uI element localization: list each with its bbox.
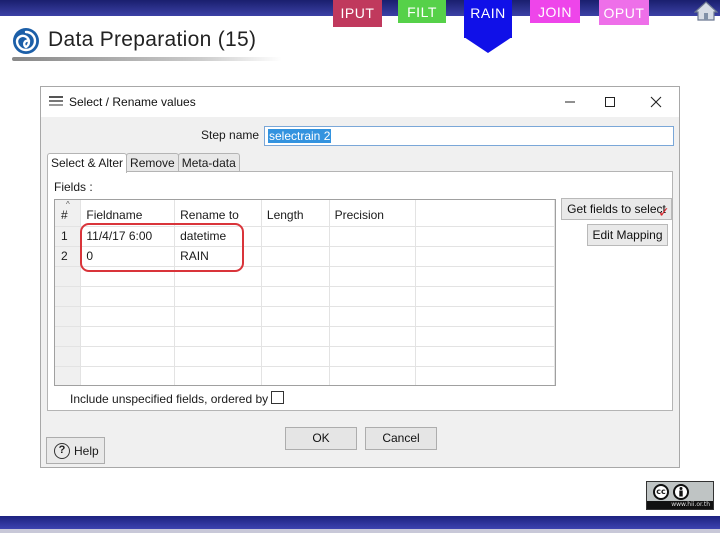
- column-header-empty: [415, 200, 555, 227]
- maximize-button[interactable]: [587, 87, 633, 117]
- checkmark-annotation-icon: ✓: [658, 205, 670, 221]
- license-url: www.hii.or.th: [647, 501, 713, 509]
- fields-table[interactable]: ^ # Fieldname Rename to Length Precision…: [54, 199, 556, 386]
- maximize-icon: [605, 97, 615, 107]
- empty-cell: [415, 246, 555, 267]
- step-name-label: Step name: [201, 128, 260, 142]
- cc-icon: cc: [653, 483, 669, 500]
- table-row[interactable]: 2 0 RAIN: [55, 246, 555, 267]
- nav-tab-iput[interactable]: IPUT: [333, 0, 382, 27]
- dialog-titlebar[interactable]: Select / Rename values: [41, 87, 679, 117]
- nav-tab-oput[interactable]: OPUT: [599, 0, 649, 25]
- tab-remove[interactable]: Remove: [126, 153, 179, 172]
- precision-cell[interactable]: [329, 246, 417, 267]
- length-cell[interactable]: [261, 226, 330, 247]
- minimize-icon: [565, 101, 575, 103]
- tab-select-alter[interactable]: Select & Alter: [47, 153, 128, 173]
- include-unspecified-checkbox[interactable]: [271, 391, 284, 404]
- help-icon: ?: [54, 442, 70, 459]
- column-header-rename[interactable]: Rename to: [174, 200, 262, 227]
- empty-table-row: [55, 346, 555, 367]
- help-label: Help: [74, 443, 99, 458]
- nav-tab-filt[interactable]: FILT: [398, 0, 446, 23]
- cancel-button[interactable]: Cancel: [365, 427, 437, 450]
- length-cell[interactable]: [261, 246, 330, 267]
- nav-tab-rain[interactable]: RAIN: [464, 0, 512, 38]
- table-header-row: # Fieldname Rename to Length Precision: [55, 200, 555, 227]
- help-button[interactable]: ? Help: [46, 437, 105, 464]
- empty-table-row: [55, 286, 555, 307]
- get-fields-button[interactable]: Get fields to select: [561, 198, 672, 220]
- rename-cell[interactable]: datetime: [174, 226, 262, 247]
- sort-caret-icon: ^: [66, 200, 70, 209]
- row-number: 2: [55, 246, 82, 267]
- ok-button[interactable]: OK: [285, 427, 357, 450]
- precision-cell[interactable]: [329, 226, 417, 247]
- empty-table-row: [55, 366, 555, 385]
- swirl-logo-icon: [13, 28, 39, 54]
- empty-table-row: [55, 306, 555, 327]
- column-header-length[interactable]: Length: [261, 200, 330, 227]
- rename-cell[interactable]: RAIN: [174, 246, 262, 267]
- nav-tab-join[interactable]: JOIN: [530, 0, 580, 23]
- bottom-bar-shade: [0, 529, 720, 533]
- fields-label: Fields :: [54, 180, 93, 194]
- dialog-title: Select / Rename values: [69, 95, 196, 109]
- empty-cell: [415, 226, 555, 247]
- dialog-tabs: Select & Alter Remove Meta-data: [47, 153, 240, 173]
- tab-meta-data[interactable]: Meta-data: [177, 153, 240, 172]
- select-alter-panel: Fields : ^ # Fieldname Rename to Length …: [47, 171, 673, 411]
- edit-mapping-button[interactable]: Edit Mapping: [587, 224, 668, 246]
- row-number: 1: [55, 226, 82, 247]
- column-header-precision[interactable]: Precision: [329, 200, 417, 227]
- close-button[interactable]: [633, 87, 679, 117]
- bottom-bar: [0, 516, 720, 529]
- title-underline: [12, 57, 282, 61]
- attribution-icon: [673, 483, 689, 500]
- close-icon: [650, 96, 662, 108]
- list-icon: [49, 96, 63, 106]
- cc-symbols: cc: [647, 482, 713, 501]
- fieldname-cell[interactable]: 0: [80, 246, 176, 267]
- table-row[interactable]: 1 11/4/17 6:00 datetime: [55, 226, 555, 247]
- cc-license-badge: cc www.hii.or.th: [646, 481, 714, 510]
- active-tab-arrow: [464, 37, 512, 53]
- include-unspecified-label: Include unspecified fields, ordered by: [70, 392, 269, 406]
- column-header-fieldname[interactable]: Fieldname: [80, 200, 176, 227]
- fieldname-cell[interactable]: 11/4/17 6:00: [80, 226, 176, 247]
- empty-table-row: [55, 266, 555, 287]
- home-icon[interactable]: [694, 1, 718, 21]
- step-name-input[interactable]: selectrain 2: [264, 126, 674, 146]
- step-name-value: selectrain 2: [268, 129, 332, 143]
- page-title: Data Preparation (15): [48, 28, 257, 51]
- select-rename-dialog: Select / Rename values Step name selectr…: [40, 86, 680, 468]
- empty-table-row: [55, 326, 555, 347]
